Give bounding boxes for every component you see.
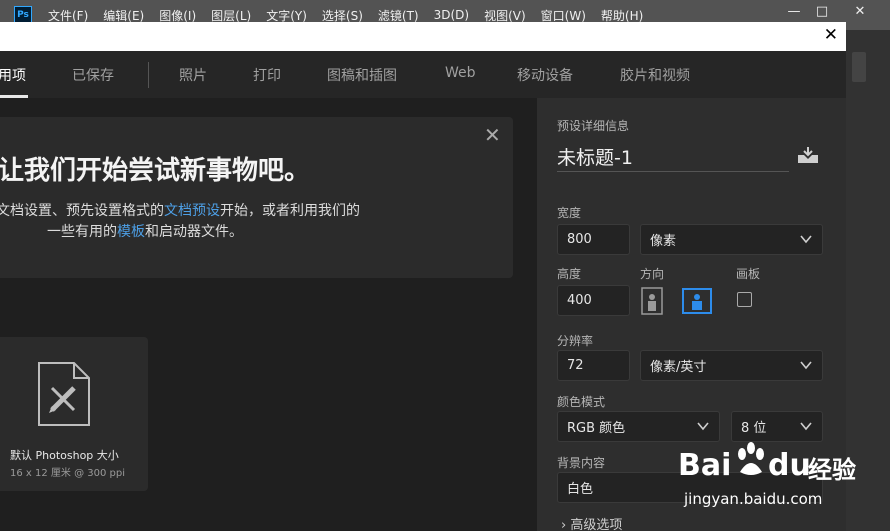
menu-layer[interactable]: 图层(L) (211, 7, 251, 24)
menu-select[interactable]: 选择(S) (322, 7, 363, 24)
tab-recent[interactable]: 用项 (0, 65, 26, 85)
chevron-right-icon: › (561, 518, 567, 531)
tab-film-video[interactable]: 胶片和视频 (620, 65, 690, 85)
workspace-panel-button[interactable] (852, 52, 866, 82)
document-name-underline (557, 171, 789, 172)
background-label: 背景内容 (557, 456, 606, 470)
bit-depth-value: 8 位 (741, 421, 767, 436)
landscape-icon (682, 288, 712, 314)
minimize-button[interactable]: — (779, 0, 809, 22)
welcome-text: 一些有用的 (47, 224, 117, 240)
preset-name: 默认 Photoshop 大小 (10, 449, 119, 462)
tab-print[interactable]: 打印 (253, 65, 281, 85)
document-name-input[interactable]: 未标题-1 (557, 143, 633, 170)
menu-view[interactable]: 视图(V) (484, 7, 526, 24)
preset-tabs: 用项 已保存 照片 打印 图稿和插图 Web 移动设备 胶片和视频 (0, 51, 846, 98)
welcome-text-line-2: 一些有用的模板和启动器文件。 (47, 221, 243, 241)
welcome-close-button[interactable]: ✕ (484, 123, 501, 147)
orientation-label: 方向 (640, 267, 665, 281)
welcome-text: 和启动器文件。 (145, 224, 243, 240)
resolution-input[interactable]: 72 (557, 350, 630, 381)
preset-details-heading: 预设详细信息 (557, 119, 630, 133)
background-value: 白色 (567, 482, 594, 497)
tab-mobile[interactable]: 移动设备 (517, 65, 573, 85)
menu-3d[interactable]: 3D(D) (434, 8, 469, 22)
templates-link[interactable]: 模板 (117, 224, 145, 240)
tab-web[interactable]: Web (445, 65, 476, 81)
watermark-bai: Bai (678, 448, 732, 483)
welcome-banner: ✕ 让我们开始尝试新事物吧。 文档设置、预先设置格式的文档预设开始，或者利用我们… (0, 117, 513, 278)
artboard-label: 画板 (736, 267, 761, 281)
tab-divider (148, 62, 149, 88)
app-close-button[interactable]: ✕ (845, 0, 875, 22)
preset-card-default[interactable]: 默认 Photoshop 大小 16 x 12 厘米 @ 300 ppi (0, 337, 148, 491)
menu-file[interactable]: 文件(F) (48, 7, 88, 24)
dialog-close-button[interactable]: ✕ (824, 25, 838, 45)
advanced-options-label: 高级选项 (570, 518, 623, 531)
menu-type[interactable]: 文字(Y) (266, 7, 307, 24)
bit-depth-select[interactable]: 8 位 (731, 411, 823, 442)
document-presets-link[interactable]: 文档预设 (164, 203, 220, 219)
portrait-icon (641, 287, 663, 315)
chevron-down-icon (800, 235, 812, 244)
chevron-down-icon (800, 422, 812, 431)
landscape-orientation-button[interactable] (682, 287, 712, 315)
watermark-url: jingyan.baidu.com (684, 490, 823, 508)
tab-photo[interactable]: 照片 (179, 65, 207, 85)
height-input[interactable]: 400 (557, 285, 630, 316)
menu-window[interactable]: 窗口(W) (541, 7, 586, 24)
baidu-paw-icon (738, 442, 764, 475)
resolution-unit-select[interactable]: 像素/英寸 (640, 350, 823, 381)
chevron-down-icon (697, 422, 709, 431)
color-mode-label: 颜色模式 (557, 395, 606, 409)
save-preset-icon[interactable] (797, 146, 819, 164)
welcome-text: 开始，或者利用我们的 (220, 203, 360, 219)
tab-art-illustration[interactable]: 图稿和插图 (327, 65, 397, 85)
menu-image[interactable]: 图像(I) (159, 7, 196, 24)
welcome-title: 让我们开始尝试新事物吧。 (0, 156, 311, 186)
menu-help[interactable]: 帮助(H) (601, 7, 643, 24)
width-label: 宽度 (557, 206, 582, 220)
advanced-options-toggle[interactable]: › 高级选项 (561, 514, 622, 531)
dialog-titlebar: ✕ (0, 22, 846, 51)
color-mode-value: RGB 颜色 (567, 421, 626, 436)
chevron-down-icon (800, 361, 812, 370)
artboard-checkbox[interactable] (737, 292, 752, 307)
document-pencil-icon (38, 362, 90, 426)
portrait-orientation-button[interactable] (638, 287, 666, 315)
tab-saved[interactable]: 已保存 (72, 65, 114, 85)
resolution-unit-value: 像素/英寸 (650, 360, 707, 375)
baidu-jingyan-watermark: Bai du 经验 jingyan.baidu.com (676, 440, 876, 520)
menu-filter[interactable]: 滤镜(T) (378, 7, 419, 24)
resolution-label: 分辨率 (557, 334, 594, 348)
height-label: 高度 (557, 267, 582, 281)
width-input[interactable]: 800 (557, 224, 630, 255)
active-tab-indicator (0, 95, 28, 98)
menu-edit[interactable]: 编辑(E) (103, 7, 144, 24)
color-mode-select[interactable]: RGB 颜色 (557, 411, 720, 442)
welcome-text-line-1: 文档设置、预先设置格式的文档预设开始，或者利用我们的 (0, 200, 360, 220)
width-unit-select[interactable]: 像素 (640, 224, 823, 255)
welcome-text: 文档设置、预先设置格式的 (0, 203, 164, 219)
width-unit-value: 像素 (650, 234, 677, 249)
maximize-button[interactable]: □ (807, 0, 837, 22)
preset-dimensions: 16 x 12 厘米 @ 300 ppi (10, 468, 125, 479)
watermark-jingyan: 经验 (808, 456, 856, 484)
watermark-du: du (768, 448, 811, 483)
